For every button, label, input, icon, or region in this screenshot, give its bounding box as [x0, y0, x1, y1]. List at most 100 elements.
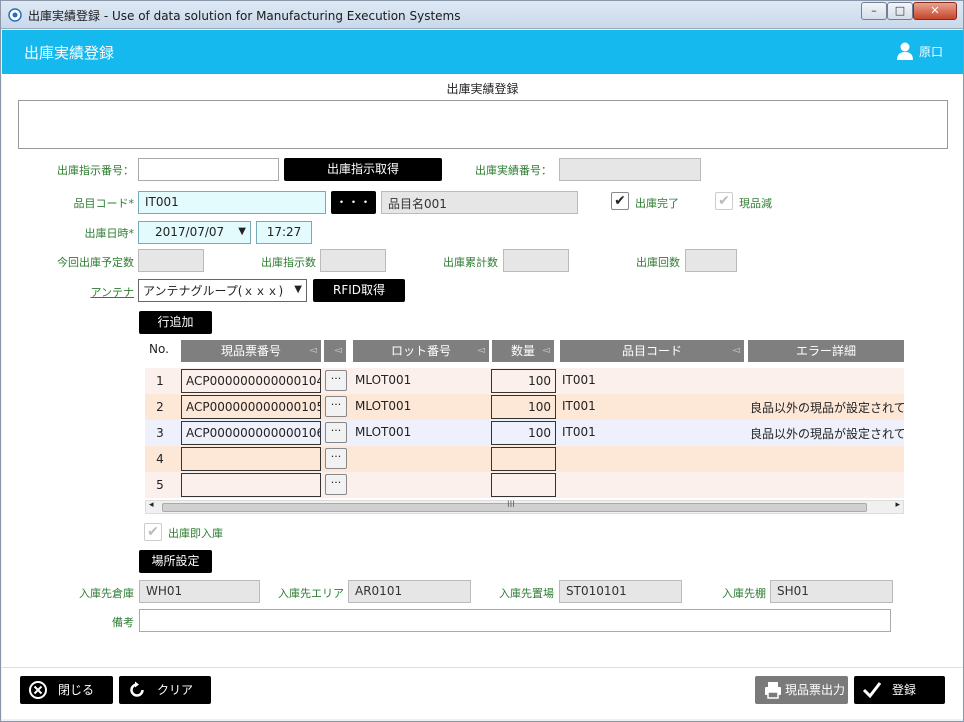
col-header-lot[interactable]: ロット番号 ◅ — [353, 340, 489, 362]
note-label: 備考 — [112, 616, 134, 629]
rfid-button[interactable]: RFID取得 — [313, 279, 405, 302]
ticket-cell[interactable] — [181, 473, 321, 497]
antenna-select[interactable]: アンテナグループ(ｘｘｘ) ▼ — [138, 279, 307, 302]
error-cell: 良品以外の現品が設定されてい — [750, 427, 904, 441]
clear-button[interactable]: クリア — [119, 676, 211, 704]
col-header-error[interactable]: エラー詳細 — [748, 340, 904, 362]
table-row[interactable]: 2 ACP000000000000105 ··· MLOT001 100 IT0… — [145, 394, 904, 420]
place-field: ST010101 — [559, 580, 682, 603]
ticket-lookup-button[interactable]: ··· — [325, 448, 347, 469]
antenna-value: アンテナグループ(ｘｘｘ) — [143, 284, 284, 298]
qty-cell[interactable]: 100 — [491, 369, 556, 393]
antenna-label[interactable]: アンテナ — [62, 284, 134, 300]
window-title: 出庫実績登録 - Use of data solution for Manufa… — [28, 9, 461, 23]
lot-cell: MLOT001 — [355, 425, 412, 439]
table-row[interactable]: 3 ACP000000000000106 ··· MLOT001 100 IT0… — [145, 420, 904, 446]
item-cell: IT001 — [562, 373, 596, 387]
section-title: 出庫実績登録 — [446, 82, 519, 96]
col-header-item[interactable]: 品目コード ◅ — [560, 340, 744, 362]
ticket-lookup-button[interactable]: ··· — [325, 422, 347, 443]
ticket-cell[interactable]: ACP000000000000105 — [181, 395, 321, 419]
complete-checkbox[interactable]: ✔ — [611, 192, 629, 210]
ticket-cell[interactable]: ACP000000000000104 — [181, 369, 321, 393]
instructed-qty-label: 出庫指示数 — [261, 256, 316, 269]
note-input[interactable] — [139, 609, 891, 632]
print-ticket-button[interactable]: 現品票出力 — [755, 676, 848, 704]
lot-cell: MLOT001 — [355, 399, 412, 413]
immediate-label: 出庫即入庫 — [168, 527, 223, 540]
user-menu[interactable]: 原口 — [896, 42, 943, 60]
add-row-button[interactable]: 行追加 — [139, 311, 212, 334]
item-code-label: 品目コード* — [73, 197, 135, 210]
date-picker[interactable]: 2017/07/07 ▼ — [138, 221, 251, 244]
immediate-checkbox[interactable]: ✔ — [144, 523, 162, 541]
main-content: 出庫実績登録 出庫指示番号： 出庫指示取得 出庫実績番号： 品目コード* IT0… — [2, 74, 963, 719]
scroll-right-icon[interactable]: ▸ — [895, 500, 900, 510]
instructed-qty-field — [320, 249, 386, 272]
warehouse-field: WH01 — [139, 580, 260, 603]
lot-cell — [351, 447, 487, 471]
time-input[interactable]: 17:27 — [256, 221, 312, 244]
table-row[interactable]: 5 ··· — [145, 472, 904, 498]
planned-qty-label: 今回出庫予定数 — [57, 256, 134, 269]
area-label: 入庫先エリア — [278, 587, 344, 600]
count-label: 出庫回数 — [636, 256, 680, 269]
minimize-button[interactable]: – — [861, 2, 887, 20]
user-name: 原口 — [918, 45, 943, 59]
scroll-thumb[interactable]: III — [162, 500, 867, 512]
qty-cell[interactable] — [491, 473, 556, 497]
qty-cell[interactable]: 100 — [491, 395, 556, 419]
checkmark-icon — [862, 682, 882, 699]
table-row[interactable]: 1 ACP000000000000104 ··· MLOT001 100 IT0… — [145, 368, 904, 394]
chevron-down-icon: ▼ — [294, 284, 302, 295]
date-value: 2017/07/07 — [155, 225, 225, 239]
cumulative-qty-field — [503, 249, 569, 272]
horizontal-scrollbar[interactable]: ◂ III ▸ — [145, 500, 904, 514]
close-button[interactable]: 閉じる — [20, 676, 113, 704]
ticket-cell[interactable]: ACP000000000000106 — [181, 421, 321, 445]
ticket-lookup-button[interactable]: ··· — [325, 396, 347, 417]
message-area — [18, 100, 948, 149]
result-no-field — [559, 158, 701, 181]
scroll-left-icon[interactable]: ◂ — [149, 500, 154, 510]
user-icon — [896, 42, 913, 60]
app-header: 出庫実績登録 原口 — [2, 30, 963, 74]
item-lookup-button[interactable]: ・・・ — [331, 191, 376, 214]
item-name-field: 品目名001 — [381, 191, 578, 214]
ticket-lookup-button[interactable]: ··· — [325, 474, 347, 495]
print-button-label: 現品票出力 — [785, 683, 846, 697]
grip-icon: III — [507, 500, 515, 510]
stock-reduce-checkbox[interactable]: ✔ — [715, 192, 733, 210]
count-field — [685, 249, 737, 272]
order-no-input[interactable] — [138, 158, 279, 181]
lot-cell: MLOT001 — [355, 373, 412, 387]
qty-cell[interactable] — [491, 447, 556, 471]
error-cell: 良品以外の現品が設定されてい — [750, 401, 904, 415]
ticket-lookup-button[interactable]: ··· — [325, 370, 347, 391]
row-number: 1 — [156, 374, 164, 388]
qty-cell[interactable]: 100 — [491, 421, 556, 445]
item-code-input[interactable]: IT001 — [138, 191, 326, 214]
footer-bar: 閉じる クリア 現品票出力 登録 — [2, 667, 963, 719]
error-cell — [746, 473, 904, 497]
title-bar: 出庫実績登録 - Use of data solution for Manufa… — [1, 1, 963, 29]
col-header-qty[interactable]: 数量 ◅ — [492, 340, 554, 362]
close-button-label: 閉じる — [58, 683, 95, 697]
row-number: 3 — [156, 426, 164, 440]
table-row[interactable]: 4 ··· — [145, 446, 904, 472]
location-button[interactable]: 場所設定 — [139, 550, 212, 573]
item-cell: IT001 — [562, 399, 596, 413]
close-window-button[interactable]: ✕ — [913, 2, 957, 20]
register-button-label: 登録 — [892, 683, 917, 697]
col-header-btn: ◅ — [324, 340, 346, 362]
shelf-label: 入庫先棚 — [722, 587, 766, 600]
shelf-field: SH01 — [770, 580, 893, 603]
maximize-button[interactable]: □ — [887, 2, 913, 20]
get-order-button[interactable]: 出庫指示取得 — [284, 158, 442, 181]
ticket-cell[interactable] — [181, 447, 321, 471]
item-cell — [558, 447, 744, 471]
error-cell — [746, 369, 904, 393]
register-button[interactable]: 登録 — [854, 676, 945, 704]
item-cell — [558, 473, 744, 497]
col-header-ticket[interactable]: 現品票番号 ◅ — [181, 340, 321, 362]
